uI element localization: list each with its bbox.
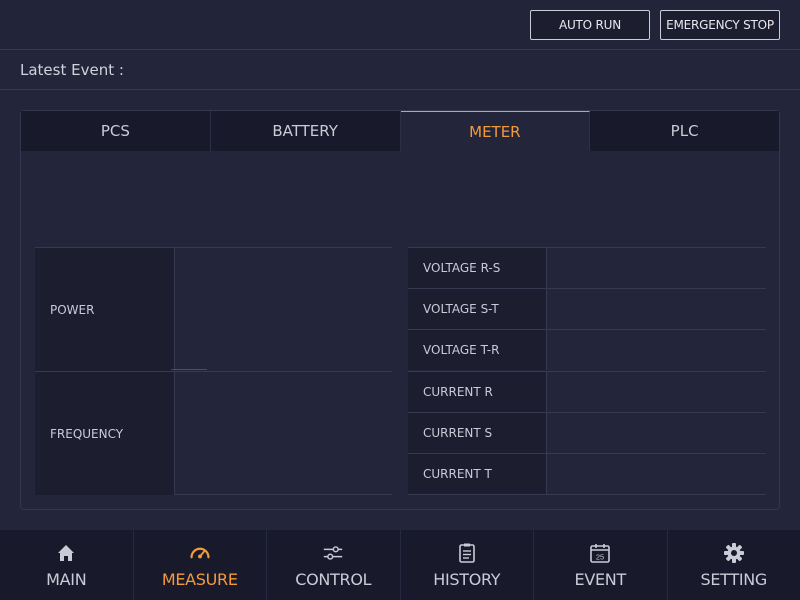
voltage-rs-label: VOLTAGE R-S [408, 248, 547, 288]
table-row: FREQUENCY [35, 371, 392, 495]
meter-left-table: POWER FREQUENCY [35, 247, 392, 495]
frequency-value [175, 372, 392, 495]
row-divider [171, 369, 207, 370]
clipboard-icon [456, 542, 478, 564]
latest-event-label: Latest Event : [20, 60, 124, 79]
tab-pcs[interactable]: PCS [21, 111, 211, 151]
nav-measure[interactable]: MEASURE [134, 530, 267, 600]
tab-meter[interactable]: METER [400, 111, 591, 151]
table-row: VOLTAGE R-S [408, 247, 766, 288]
voltage-st-label: VOLTAGE S-T [408, 289, 547, 329]
top-bar: AUTO RUN EMERGENCY STOP [0, 0, 800, 50]
nav-control-label: CONTROL [295, 569, 372, 589]
emergency-stop-button[interactable]: EMERGENCY STOP [660, 10, 780, 40]
nav-event-label: EVENT [574, 569, 627, 589]
voltage-tr-label: VOLTAGE T-R [408, 330, 547, 370]
table-row: CURRENT T [408, 453, 766, 494]
nav-history-label: HISTORY [433, 569, 501, 589]
current-t-label: CURRENT T [408, 454, 547, 494]
calendar-day: 25 [596, 552, 604, 561]
table-row: VOLTAGE S-T [408, 288, 766, 329]
table-row: VOLTAGE T-R [408, 329, 766, 370]
gauge-icon [189, 542, 211, 564]
sliders-icon [322, 542, 344, 564]
nav-setting[interactable]: SETTING [668, 530, 800, 600]
nav-main-label: MAIN [46, 569, 87, 589]
frequency-label: FREQUENCY [35, 372, 175, 495]
auto-run-button[interactable]: AUTO RUN [530, 10, 650, 40]
nav-event[interactable]: 25 EVENT [534, 530, 668, 600]
power-value [175, 248, 392, 371]
gear-icon [723, 542, 745, 564]
nav-setting-label: SETTING [700, 569, 768, 589]
current-s-label: CURRENT S [408, 413, 547, 453]
home-icon [55, 542, 77, 564]
measure-tabs: PCS BATTERY METER PLC [21, 111, 779, 151]
table-row: CURRENT S [408, 412, 766, 453]
table-row: POWER [35, 247, 392, 371]
nav-main[interactable]: MAIN [0, 530, 134, 600]
nav-measure-label: MEASURE [161, 569, 238, 589]
measure-panel: PCS BATTERY METER PLC POWER FREQUENCY VO… [20, 110, 780, 510]
calendar-icon: 25 [589, 542, 611, 564]
bottom-nav: MAIN MEASURE CONTROL HISTORY 25 EVENT SE… [0, 530, 800, 600]
latest-event-bar: Latest Event : [0, 50, 800, 90]
nav-control[interactable]: CONTROL [267, 530, 401, 600]
power-label: POWER [35, 248, 175, 371]
table-row: CURRENT R [408, 371, 766, 412]
current-r-label: CURRENT R [408, 372, 547, 412]
meter-right-table: VOLTAGE R-S VOLTAGE S-T VOLTAGE T-R CURR… [408, 247, 766, 495]
tab-plc[interactable]: PLC [590, 111, 779, 151]
tab-battery[interactable]: BATTERY [210, 111, 401, 151]
nav-history[interactable]: HISTORY [401, 530, 534, 600]
